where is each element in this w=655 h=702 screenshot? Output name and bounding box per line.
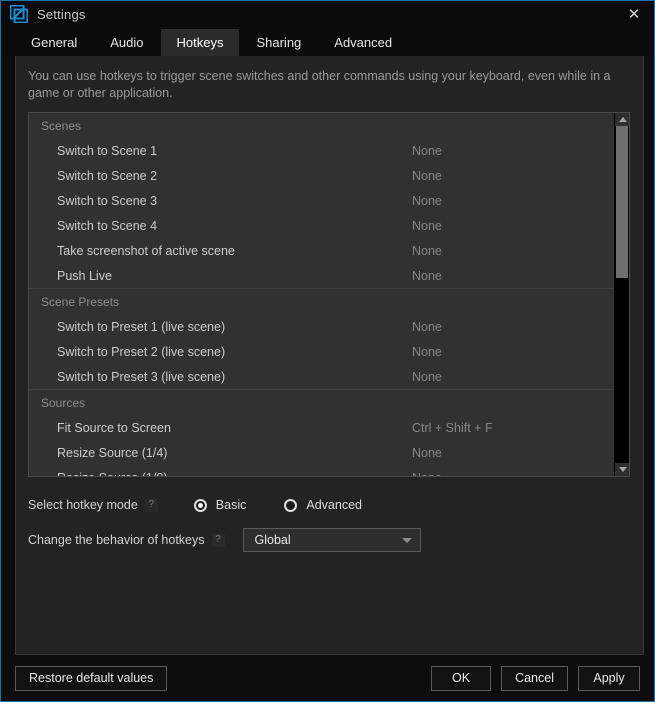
hotkey-row[interactable]: Switch to Scene 2 None [29,163,614,188]
hotkey-binding[interactable]: None [412,345,442,359]
hotkey-binding[interactable]: None [412,269,442,283]
tab-sharing[interactable]: Sharing [240,29,318,56]
radio-label: Advanced [306,498,362,512]
restore-defaults-button[interactable]: Restore default values [15,665,168,691]
scrollbar-track[interactable] [615,126,629,463]
hotkey-mode-label: Select hotkey mode [28,498,138,512]
title-bar: Settings ✕ [1,1,654,27]
tab-advanced[interactable]: Advanced [318,29,409,56]
radio-advanced[interactable]: Advanced [284,498,362,512]
tab-audio[interactable]: Audio [94,29,160,56]
chevron-down-icon [401,537,412,543]
hotkey-behavior-value: Global [254,533,291,547]
hotkey-binding[interactable]: None [412,244,442,258]
hotkey-mode-controls: Select hotkey mode ? Basic Advanced Chan… [16,477,643,554]
hotkey-binding[interactable]: None [412,446,442,460]
hotkey-row[interactable]: Switch to Scene 1 None [29,138,614,163]
group-title: Scenes [41,119,82,133]
hotkeys-list-viewport: Scenes Switch to Scene 1 None Switch to … [29,113,614,476]
hotkey-label: Switch to Scene 4 [57,218,158,233]
footer-action-buttons: OK Cancel Apply [431,665,640,691]
hotkey-label: Switch to Scene 3 [57,193,158,208]
hotkey-row[interactable]: Switch to Scene 4 None [29,213,614,238]
ok-button[interactable]: OK [431,665,492,691]
radio-indicator-icon [284,498,298,512]
hotkey-label: Resize Source (1/4) [57,445,168,460]
hotkey-label: Take screenshot of active scene [57,243,235,258]
hotkey-label: Push Live [57,268,112,283]
close-icon[interactable]: ✕ [614,1,654,27]
hotkey-binding[interactable]: None [412,169,442,183]
chevron-up-icon[interactable] [615,113,629,126]
hotkey-mode-row: Select hotkey mode ? Basic Advanced [28,491,643,519]
chevron-down-icon[interactable] [615,463,629,476]
cancel-button[interactable]: Cancel [501,665,568,691]
hotkey-binding[interactable]: None [412,370,442,384]
hotkey-behavior-row: Change the behavior of hotkeys ? Global [28,526,643,554]
hotkey-row[interactable]: Fit Source to Screen Ctrl + Shift + F [29,415,614,440]
hotkey-label: Switch to Preset 2 (live scene) [57,344,226,359]
settings-window: Settings ✕ General Audio Hotkeys Sharing… [0,0,655,702]
tab-bar: General Audio Hotkeys Sharing Advanced [1,27,654,56]
hotkey-label: Switch to Scene 2 [57,168,158,183]
apply-button[interactable]: Apply [578,665,640,691]
hotkeys-description: You can use hotkeys to trigger scene swi… [28,69,611,100]
hotkey-binding[interactable]: None [412,471,442,477]
hotkey-label: Switch to Preset 1 (live scene) [57,319,226,334]
hotkey-row[interactable]: Resize Source (1/4) None [29,440,614,465]
help-icon[interactable]: ? [144,498,158,512]
hotkey-group-scene-presets: Scene Presets Switch to Preset 1 (live s… [29,289,614,389]
group-title: Sources [41,396,86,410]
hotkey-label: Switch to Preset 3 (live scene) [57,369,226,384]
hotkey-binding[interactable]: None [412,219,442,233]
settings-content-panel: You can use hotkeys to trigger scene swi… [15,56,644,655]
hotkey-row[interactable]: Take screenshot of active scene None [29,238,614,263]
dialog-footer: Restore default values OK Cancel Apply [1,655,654,701]
hotkey-row[interactable]: Switch to Scene 3 None [29,188,614,213]
list-scrollbar[interactable] [614,113,629,476]
hotkey-row[interactable]: Switch to Preset 2 (live scene) None [29,339,614,364]
hotkey-row[interactable]: Switch to Preset 3 (live scene) None [29,364,614,389]
radio-basic[interactable]: Basic [193,498,247,512]
hotkey-label: Switch to Scene 1 [57,143,158,158]
window-title: Settings [37,6,86,22]
hotkey-group-sources: Sources Fit Source to Screen Ctrl + Shif… [29,390,614,476]
radio-label: Basic [215,498,247,512]
hotkey-row[interactable]: Switch to Preset 1 (live scene) None [29,314,614,339]
help-icon[interactable]: ? [211,533,225,547]
app-logo-icon [9,4,29,24]
hotkey-binding[interactable]: Ctrl + Shift + F [412,421,493,435]
radio-indicator-icon [193,498,207,512]
hotkey-binding[interactable]: None [412,144,442,158]
tab-general[interactable]: General [15,29,94,56]
hotkey-behavior-select[interactable]: Global [242,528,421,552]
group-title: Scene Presets [41,295,120,309]
hotkey-label: Resize Source (1/8) [57,471,412,477]
hotkey-label: Fit Source to Screen [57,420,171,435]
scrollbar-thumb[interactable] [616,126,628,278]
hotkey-binding[interactable]: None [412,194,442,208]
hotkey-row[interactable]: Resize Source (1/8) None [29,465,614,477]
hotkey-behavior-label: Change the behavior of hotkeys [28,533,205,547]
tab-hotkeys[interactable]: Hotkeys [160,29,240,56]
hotkey-binding[interactable]: None [412,320,442,334]
hotkey-row[interactable]: Push Live None [29,263,614,288]
hotkey-mode-radio-group: Basic Advanced [193,498,400,512]
hotkeys-list: Scenes Switch to Scene 1 None Switch to … [28,112,630,477]
hotkey-group-scenes: Scenes Switch to Scene 1 None Switch to … [29,113,614,288]
